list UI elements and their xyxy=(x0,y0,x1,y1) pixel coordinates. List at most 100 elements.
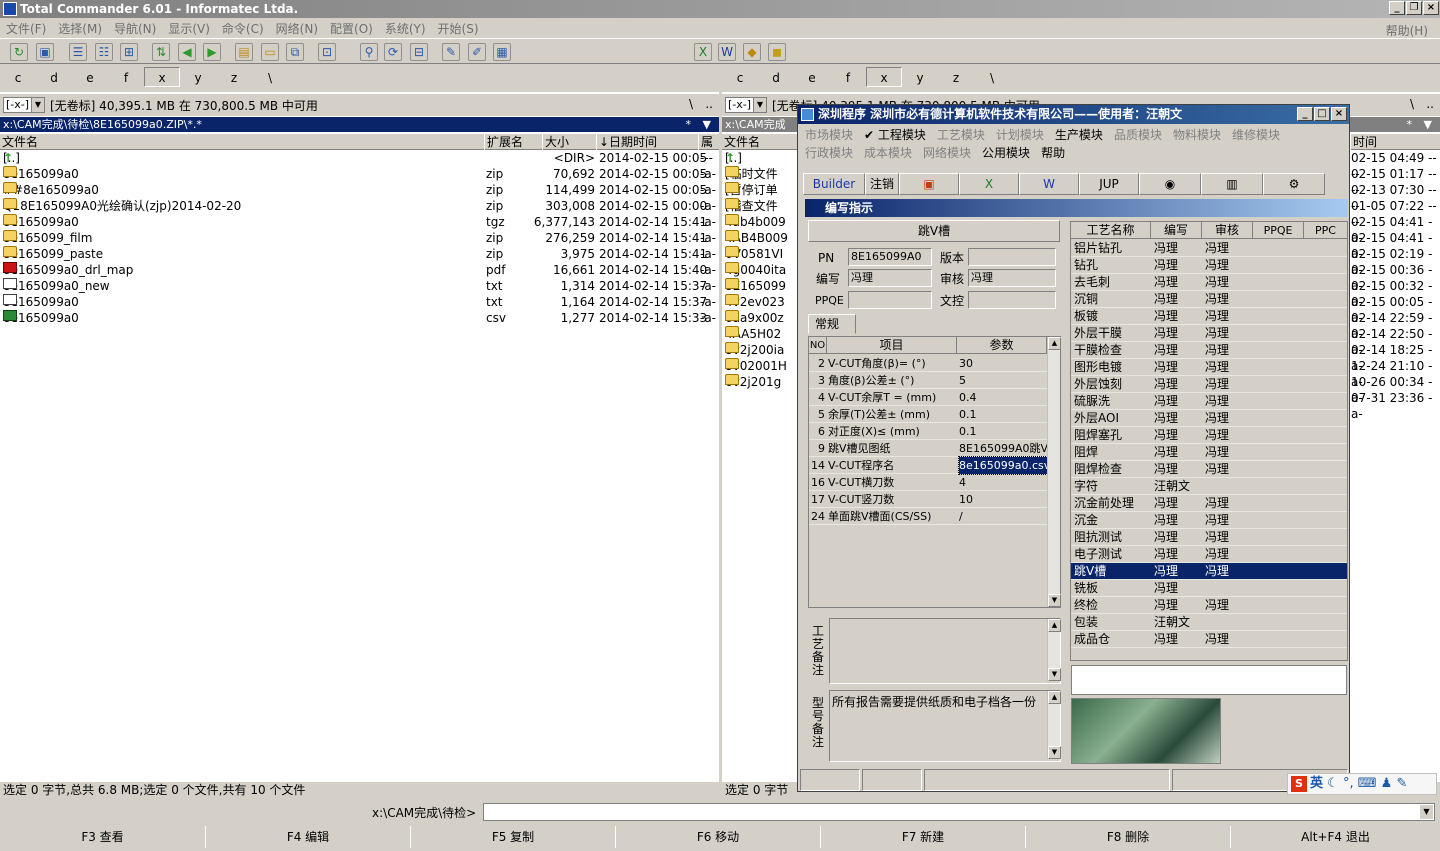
menu-process[interactable]: 工艺模块 xyxy=(937,126,985,144)
process-row[interactable]: 沉铜 冯理 冯理 xyxy=(1071,291,1347,308)
process-grid[interactable]: 工艺名称 编写 审核 PPQE PPC 铝片钻孔 冯理 冯理 钻孔 冯理 冯理 去毛刺 冯理冯… xyxy=(1070,221,1348,661)
file-row[interactable]: [稽查文件 xyxy=(722,198,797,214)
word-icon[interactable]: W xyxy=(718,43,736,61)
process-row[interactable]: 阻焊 冯理 冯理 xyxy=(1071,444,1347,461)
file-row[interactable]: 6v2j201g xyxy=(722,374,797,390)
file-row[interactable]: 4v2ev023 xyxy=(722,294,797,310)
pack-icon[interactable]: ▤ xyxy=(235,43,253,61)
ime-logo-icon[interactable]: S xyxy=(1291,776,1307,792)
drive-c[interactable]: c xyxy=(0,68,36,88)
file-row[interactable]: 4AA5H02 xyxy=(722,326,797,342)
menu-engineering[interactable]: ✔ 工程模块 xyxy=(864,126,926,144)
process-row[interactable]: 板镀 冯理 冯理 xyxy=(1071,308,1347,325)
memo2-scrollbar[interactable]: ▲ ▼ xyxy=(1047,691,1061,759)
filter-icon[interactable]: * xyxy=(1407,117,1413,132)
eye-icon[interactable]: ◉ xyxy=(1139,173,1201,195)
process-note-field[interactable] xyxy=(1071,665,1347,695)
filter-icon[interactable]: * xyxy=(686,117,692,132)
parent-button[interactable]: .. xyxy=(1426,97,1434,111)
process-row[interactable]: 终检 冯理 冯理 xyxy=(1071,597,1347,614)
file-row[interactable]: 8e165099a0_drl_map pdf 16,661 2014-02-14 15… xyxy=(0,262,719,278)
file-row[interactable]: 8e165099a0 txt 1,164 2014-02-14 15:37 -a- xyxy=(0,294,719,310)
calculator-icon[interactable]: ▦ xyxy=(493,43,511,61)
history-icon[interactable]: ▼ xyxy=(703,117,711,132)
file-row[interactable]: [临时文件 xyxy=(722,166,797,182)
process-row[interactable]: 电子测试 冯理 冯理 xyxy=(1071,546,1347,563)
drive-z[interactable]: z xyxy=(216,68,252,88)
right-drive-select[interactable]: [-x-] ▼ xyxy=(725,97,767,113)
param-row[interactable]: 16 V-CUT横刀数 4 xyxy=(809,474,1048,491)
author-field[interactable]: 冯理 xyxy=(848,269,932,287)
notepad-icon[interactable]: ✎ xyxy=(442,43,460,61)
menu-navigate[interactable]: 导航(N) xyxy=(108,18,162,39)
menu-commands[interactable]: 命令(C) xyxy=(216,18,270,39)
params-grid[interactable]: NO 项目 参数 2 V-CUT角度(β)= (°) 30 3 角度(β)公差± (°)… xyxy=(808,336,1061,608)
user-icon[interactable]: ♟ xyxy=(1381,776,1393,791)
menu-network[interactable]: 网络模块 xyxy=(923,144,971,162)
menu-start[interactable]: 开始(S) xyxy=(432,18,485,39)
left-panel[interactable]: [-x-] ▼ [无卷标] 40,395.1 MB 在 730,800.5 MB … xyxy=(0,92,719,782)
file-row[interactable]: 8e165099a0 zip 70,692 2014-02-15 00:05 -a- xyxy=(0,166,719,182)
pn-field[interactable]: 8E165099A0 xyxy=(848,248,932,266)
full-view-icon[interactable]: ☷ xyxy=(95,43,113,61)
moon-icon[interactable]: ☾ xyxy=(1327,776,1339,791)
param-row[interactable]: 17 V-CUT竖刀数 10 xyxy=(809,491,1048,508)
param-row[interactable]: 9 跳V槽见图纸 8E165099A0跳V- xyxy=(809,440,1048,457)
menu-quality[interactable]: 品质模块 xyxy=(1114,126,1162,144)
param-row[interactable]: 3 角度(β)公差± (°) 5 xyxy=(809,372,1048,389)
param-row[interactable]: 24 单面跳V槽面(CS/SS) / xyxy=(809,508,1048,525)
sync-icon[interactable]: ⟳ xyxy=(384,43,402,61)
drive-f[interactable]: f xyxy=(830,68,866,88)
file-row[interactable]: 8e165099a0_new txt 1,314 2014-02-14 15:37 -a… xyxy=(0,278,719,294)
drive-d[interactable]: d xyxy=(36,68,72,88)
process-row[interactable]: 外层干膜 冯理 冯理 xyxy=(1071,325,1347,342)
process-remark-field[interactable]: ▲ ▼ xyxy=(829,618,1061,684)
menu-file[interactable]: 文件(F) xyxy=(0,18,52,39)
compare-icon[interactable]: ⊟ xyxy=(410,43,428,61)
chevron-down-icon[interactable]: ▼ xyxy=(1420,805,1433,819)
col-date[interactable]: ↓日期时间 xyxy=(596,134,698,150)
app-icon-2[interactable]: ◼ xyxy=(768,43,786,61)
params-scrollbar[interactable]: ▲ ▼ xyxy=(1047,337,1061,607)
file-row[interactable]: ↑ [..] <DIR> 2014-02-15 00:05 --- xyxy=(0,150,719,166)
drive-d[interactable]: d xyxy=(758,68,794,88)
close-button[interactable]: × xyxy=(1331,107,1347,121)
process-row[interactable]: 包装 汪朝文 xyxy=(1071,614,1347,631)
process-row[interactable]: 去毛刺 冯理 冯理 xyxy=(1071,274,1347,291)
drive-e[interactable]: e xyxy=(72,68,108,88)
process-row[interactable]: 铣板 冯理 xyxy=(1071,580,1347,597)
ime-mode[interactable]: 英 xyxy=(1310,776,1323,791)
word-icon[interactable]: W xyxy=(1019,173,1079,195)
menu-config[interactable]: 配置(O) xyxy=(324,18,379,39)
col-ext[interactable]: 扩展名 xyxy=(484,134,542,150)
scroll-down-icon[interactable]: ▼ xyxy=(1048,668,1061,681)
menu-material[interactable]: 物料模块 xyxy=(1173,126,1221,144)
history-icon[interactable]: ▼ xyxy=(1424,117,1432,132)
forward-icon[interactable]: ▶ xyxy=(203,43,221,61)
menu-maintenance[interactable]: 维修模块 xyxy=(1232,126,1280,144)
menu-help[interactable]: 帮助 xyxy=(1041,144,1065,162)
col-size[interactable]: 大小 xyxy=(542,134,596,150)
process-row[interactable]: 钻孔 冯理 冯理 xyxy=(1071,257,1347,274)
drive-x[interactable]: x xyxy=(866,67,902,87)
process-row[interactable]: 阻焊塞孔 冯理 冯理 xyxy=(1071,427,1347,444)
cmdline-input[interactable]: ▼ xyxy=(483,803,1435,821)
unpack-icon[interactable]: ▣ xyxy=(36,43,54,61)
tab-general[interactable]: 常规 xyxy=(808,314,856,334)
menu-common[interactable]: 公用模块 xyxy=(982,144,1030,162)
drive-z[interactable]: z xyxy=(938,68,974,88)
file-row[interactable]: 8e165099_film zip 276,259 2014-02-14 15:41-… xyxy=(0,230,719,246)
file-row[interactable]: 4AB4B009 xyxy=(722,230,797,246)
process-row[interactable]: 成品仓 冯理 冯理 xyxy=(1071,631,1347,648)
minimize-button[interactable]: _ xyxy=(1297,107,1313,121)
punctuation-icon[interactable]: °, xyxy=(1343,776,1354,791)
doc-control-field[interactable] xyxy=(968,291,1056,309)
f7-mkdir-button[interactable]: F7 新建 xyxy=(820,826,1025,848)
file-row[interactable]: 4ab4b009 xyxy=(722,214,797,230)
database-icon[interactable]: ▥ xyxy=(1201,173,1263,195)
ppqe-field[interactable] xyxy=(848,291,932,309)
process-row[interactable]: 硫脲洗 冯理 冯理 xyxy=(1071,393,1347,410)
drive-c[interactable]: c xyxy=(722,68,758,88)
menu-admin[interactable]: 行政模块 xyxy=(805,144,853,162)
param-row[interactable]: 5 余厚(T)公差± (mm) 0.1 xyxy=(809,406,1048,423)
